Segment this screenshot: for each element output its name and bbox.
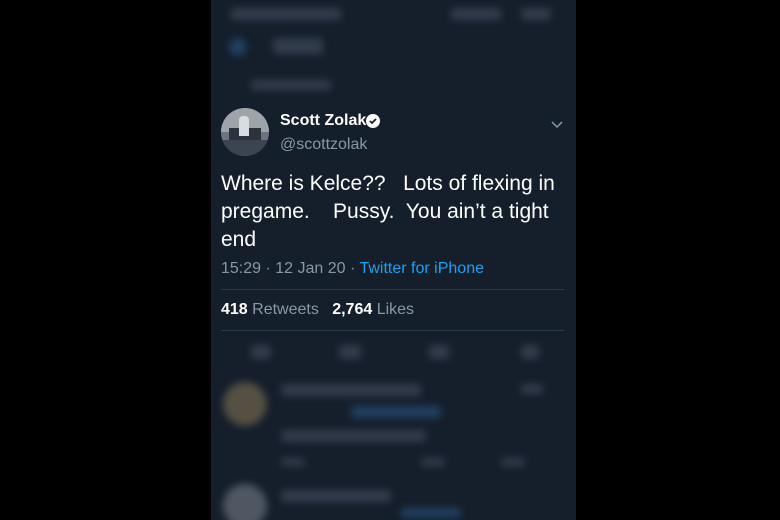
likes-count[interactable]: 2,764	[332, 301, 372, 318]
tweet-meta: 15:29 · 12 Jan 20 · Twitter for iPhone	[221, 260, 484, 277]
phone-screen: Scott Zolak @scottzolak Where is Kelce??…	[211, 0, 576, 520]
divider	[221, 330, 564, 331]
tweet-date: 12 Jan 20	[275, 260, 346, 277]
retweets-count[interactable]: 418	[221, 301, 248, 318]
tweet-text: Where is Kelce?? Lots of flexing in preg…	[221, 172, 561, 251]
user-handle[interactable]: @scottzolak	[280, 136, 367, 154]
chevron-down-icon[interactable]	[551, 116, 563, 134]
retweet-icon[interactable]	[339, 345, 361, 359]
divider	[221, 289, 564, 290]
reply-icon[interactable]	[251, 345, 271, 359]
likes-label[interactable]: Likes	[377, 301, 414, 318]
display-name[interactable]: Scott Zolak	[280, 112, 366, 130]
tweet-source-link[interactable]: Twitter for iPhone	[359, 260, 484, 277]
retweets-label[interactable]: Retweets	[252, 301, 319, 318]
verified-badge-icon	[366, 114, 380, 128]
tweet-time: 15:29	[221, 260, 262, 277]
avatar[interactable]	[221, 108, 269, 156]
engagement-counts: 418 Retweets 2,764 Likes	[221, 301, 414, 319]
like-icon[interactable]	[429, 345, 449, 359]
share-icon[interactable]	[521, 345, 539, 359]
